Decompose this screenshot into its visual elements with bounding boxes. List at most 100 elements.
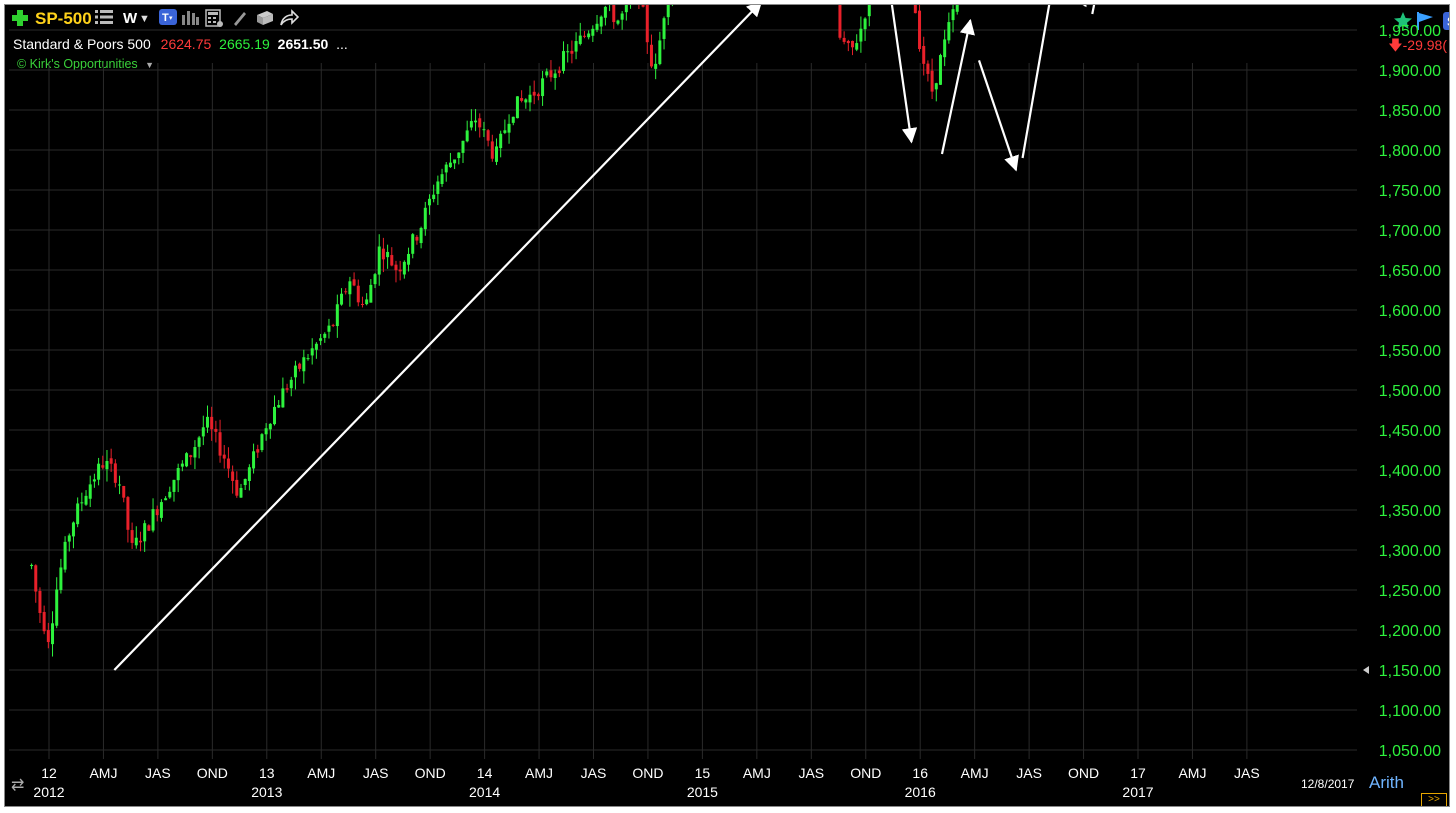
- candle-body: [620, 13, 624, 20]
- y-tick-label: 1,700.00: [1379, 223, 1441, 240]
- candle-body: [105, 460, 109, 470]
- candle-body: [863, 18, 867, 30]
- candle-body: [205, 416, 209, 428]
- candle-body: [842, 37, 846, 42]
- candle-body: [293, 365, 297, 378]
- candle-body: [654, 63, 658, 69]
- y-tick-label: 1,600.00: [1379, 303, 1441, 320]
- candle-body: [197, 437, 201, 447]
- scale-mode[interactable]: Arith: [1369, 773, 1404, 793]
- candle-body: [151, 509, 155, 531]
- x-tick-label: JAS: [581, 765, 607, 781]
- candle-body: [164, 498, 168, 501]
- candle-body: [319, 338, 323, 341]
- y-tick-label: 1,300.00: [1379, 543, 1441, 560]
- candle-body: [122, 485, 126, 498]
- y-tick-label: 1,950.00: [1379, 23, 1441, 40]
- x-axis: 12 AMJ JAS OND 13 AMJ JAS OND 14 AMJ JAS OND 15 AMJ JA…: [33, 765, 1259, 800]
- x-tick-label: OND: [1068, 765, 1099, 781]
- candle-body: [59, 567, 63, 590]
- x-tick-label: 15: [695, 765, 711, 781]
- candle-body: [218, 432, 222, 456]
- candle-body: [557, 70, 561, 74]
- candle-body: [645, 5, 649, 43]
- x-tick-label: AMJ: [743, 765, 771, 781]
- candle-body: [352, 279, 356, 286]
- candle-body: [423, 207, 427, 230]
- candle-body: [386, 251, 390, 258]
- candle-body: [256, 449, 260, 453]
- candle-body: [453, 159, 457, 164]
- trend-arrow: [890, 5, 918, 144]
- candle-body: [624, 5, 628, 13]
- candle-body: [46, 630, 50, 643]
- candle-body: [440, 174, 444, 184]
- x-year-label: 2017: [1122, 784, 1153, 800]
- candle-body: [226, 458, 230, 469]
- candle-body: [247, 467, 251, 481]
- candle-body: [281, 388, 285, 408]
- candle-body: [553, 73, 557, 79]
- candle-body: [922, 45, 926, 64]
- candle-body: [51, 623, 55, 645]
- y-tick-label: 1,100.00: [1379, 703, 1441, 720]
- last-date: 12/8/2017: [1301, 777, 1355, 791]
- x-tick-label: OND: [632, 765, 663, 781]
- candle-body: [134, 537, 138, 546]
- price-chart[interactable]: 1,050.00 1,100.00 1,150.00 1,200.00 1,250.00…: [5, 5, 1450, 807]
- candle-body: [457, 152, 461, 159]
- grid-lines: [9, 29, 1357, 759]
- candle-body: [926, 63, 930, 74]
- candle-body: [599, 16, 603, 27]
- candle-body: [662, 18, 666, 39]
- candle-body: [335, 304, 339, 327]
- candle-body: [185, 453, 189, 467]
- candle-body: [88, 484, 92, 499]
- y-tick-label: 1,500.00: [1379, 383, 1441, 400]
- candle-body: [381, 248, 385, 260]
- x-year-label: 2013: [251, 784, 282, 800]
- candle-body: [214, 428, 218, 432]
- candle-body: [427, 198, 431, 206]
- candle-body: [859, 28, 863, 42]
- candle-body: [419, 227, 423, 244]
- candle-body: [566, 51, 570, 53]
- candle-body: [658, 40, 662, 65]
- candle-body: [499, 133, 503, 149]
- candle-body: [867, 5, 871, 17]
- candle-body: [273, 406, 277, 425]
- candle-body: [587, 33, 591, 38]
- candle-body: [289, 379, 293, 389]
- candle-body: [118, 484, 122, 486]
- candle-body: [570, 50, 574, 54]
- candle-body: [520, 98, 524, 101]
- candle-body: [264, 428, 268, 435]
- x-tick-label: AMJ: [1178, 765, 1206, 781]
- candle-body: [582, 35, 586, 37]
- trend-arrow: [940, 18, 975, 155]
- candle-body: [126, 497, 130, 530]
- candle-body: [515, 96, 519, 119]
- x-year-label: 2014: [469, 784, 500, 800]
- y-axis: 1,050.00 1,100.00 1,150.00 1,200.00 1,250.00…: [1379, 23, 1441, 760]
- x-tick-label: AMJ: [307, 765, 335, 781]
- y-tick-label: 1,750.00: [1379, 183, 1441, 200]
- scroll-forward-button[interactable]: >>: [1421, 793, 1447, 806]
- price-marker-icon: [1363, 666, 1369, 674]
- candle-body: [239, 487, 243, 498]
- y-tick-label: 1,400.00: [1379, 463, 1441, 480]
- x-tick-label: JAS: [145, 765, 171, 781]
- candle-body: [436, 181, 440, 194]
- x-tick-label: 12: [41, 765, 57, 781]
- x-tick-label: AMJ: [961, 765, 989, 781]
- candle-body: [340, 293, 344, 305]
- x-year-label: 2016: [905, 784, 936, 800]
- candle-body: [478, 118, 482, 128]
- candle-body: [63, 541, 67, 570]
- swap-icon[interactable]: ⇄: [11, 775, 24, 795]
- candle-body: [649, 44, 653, 67]
- candle-body: [365, 299, 369, 305]
- candle-body: [612, 5, 616, 23]
- candle-body: [390, 255, 394, 266]
- candle-body: [38, 590, 42, 613]
